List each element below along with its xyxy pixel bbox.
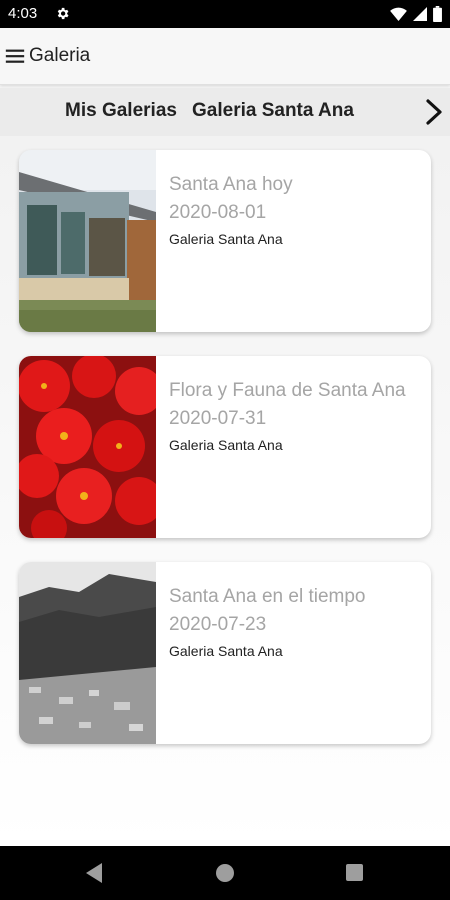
card-thumbnail-mountain (19, 562, 156, 744)
menu-icon[interactable] (4, 45, 26, 67)
card-date: 2020-07-31 (169, 408, 267, 429)
status-bar: 4:03 (0, 0, 450, 28)
card-text: Santa Ana hoy 2020-08-01 Galeria Santa A… (169, 172, 424, 247)
app-bar: Galeria (0, 28, 450, 85)
card-title: Flora y Fauna de Santa Ana (169, 380, 406, 401)
chevron-right-icon[interactable] (424, 98, 444, 126)
gallery-card-flora-y-fauna[interactable]: Flora y Fauna de Santa Ana 2020-07-31 Ga… (19, 356, 431, 538)
gallery-list: Santa Ana hoy 2020-08-01 Galeria Santa A… (0, 136, 450, 846)
gallery-card-santa-ana-hoy[interactable]: Santa Ana hoy 2020-08-01 Galeria Santa A… (19, 150, 431, 332)
card-title: Santa Ana en el tiempo (169, 586, 366, 607)
card-subtitle: Galeria Santa Ana (169, 643, 283, 659)
battery-icon (433, 6, 442, 22)
tab-galeria-santa-ana[interactable]: Galeria Santa Ana (192, 100, 354, 122)
card-subtitle: Galeria Santa Ana (169, 437, 283, 453)
gallery-card-santa-ana-en-el-tiempo[interactable]: Santa Ana en el tiempo 2020-07-23 Galeri… (19, 562, 431, 744)
signal-icon (413, 7, 427, 21)
card-title: Santa Ana hoy (169, 174, 293, 195)
gallery-tab-strip: Mis Galerias Galeria Santa Ana (0, 88, 450, 136)
back-icon[interactable] (86, 863, 102, 883)
gear-icon (57, 7, 69, 20)
wifi-icon (390, 7, 407, 21)
card-date: 2020-07-23 (169, 614, 267, 635)
page-title: Galeria (29, 45, 91, 66)
system-nav-bar (0, 846, 450, 900)
card-date: 2020-08-01 (169, 202, 267, 223)
tab-mis-galerias[interactable]: Mis Galerias (65, 100, 177, 122)
recents-icon[interactable] (346, 864, 363, 881)
status-icons (390, 6, 442, 22)
card-thumbnail-building (19, 150, 156, 332)
home-icon[interactable] (216, 864, 234, 882)
card-text: Santa Ana en el tiempo 2020-07-23 Galeri… (169, 584, 424, 659)
card-thumbnail-flowers (19, 356, 156, 538)
status-time: 4:03 (8, 5, 38, 22)
card-subtitle: Galeria Santa Ana (169, 231, 283, 247)
card-text: Flora y Fauna de Santa Ana 2020-07-31 Ga… (169, 378, 424, 453)
